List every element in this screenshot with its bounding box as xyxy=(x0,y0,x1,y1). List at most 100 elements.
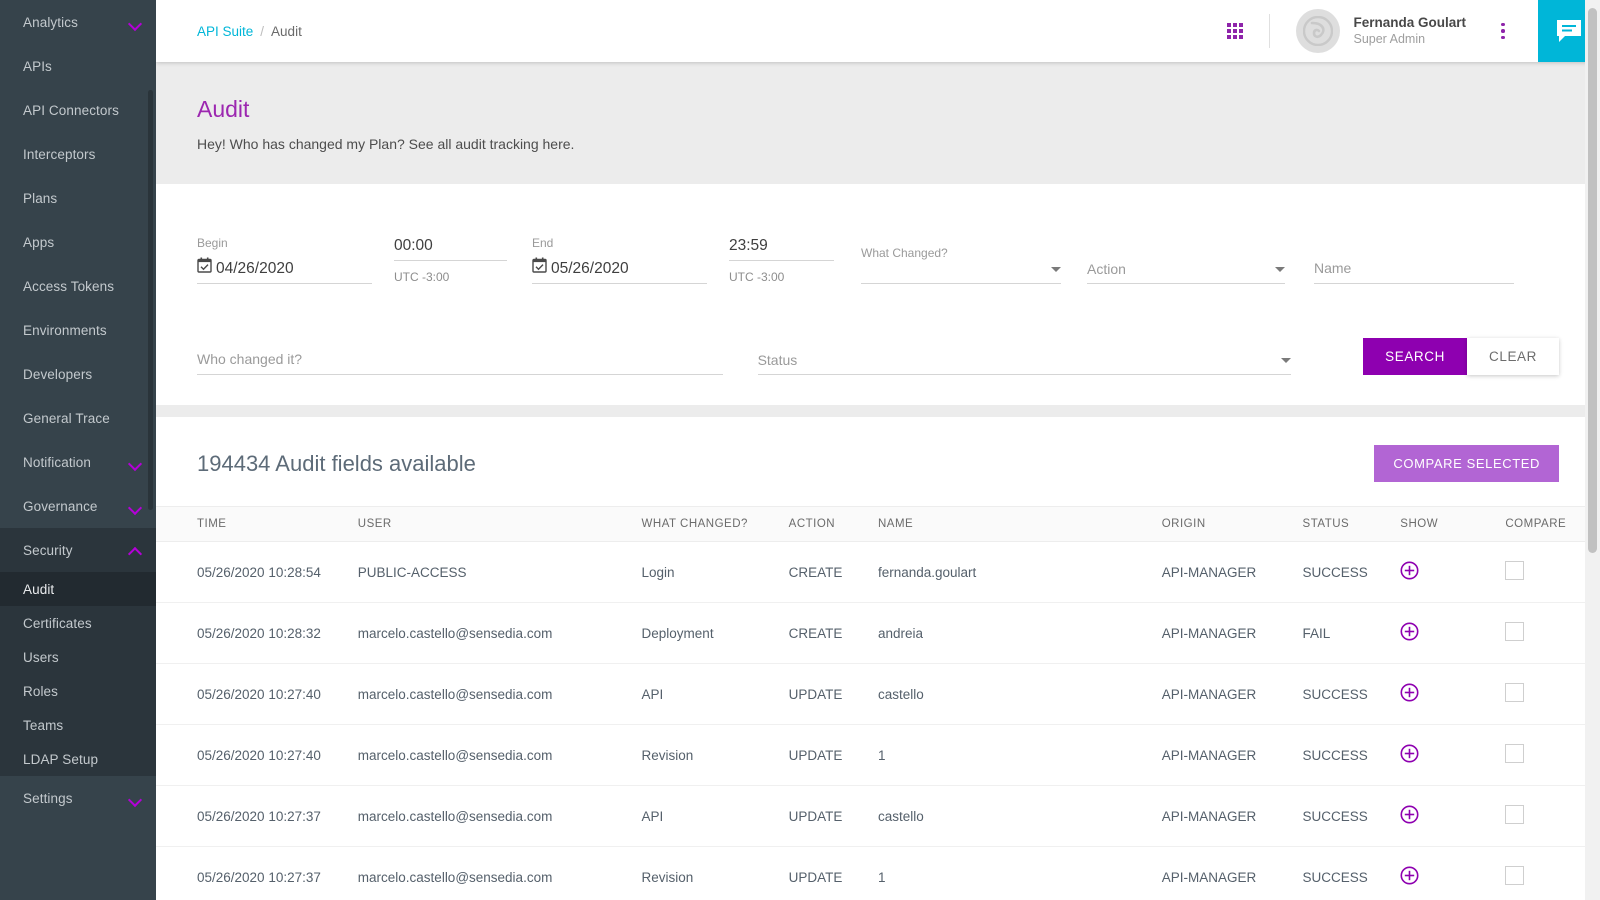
sidebar-item-environments[interactable]: Environments xyxy=(0,308,156,352)
sidebar-item-settings[interactable]: Settings xyxy=(0,776,156,820)
calendar-check-icon xyxy=(532,257,547,278)
name-field[interactable] xyxy=(1314,239,1514,284)
cell-origin: API-MANAGER xyxy=(1162,725,1303,786)
checkbox-unchecked-icon[interactable] xyxy=(1505,744,1524,763)
table-row[interactable]: 05/26/2020 10:27:40marcelo.castello@sens… xyxy=(156,725,1600,786)
sidebar-item-label: General Trace xyxy=(23,411,110,426)
plus-circle-icon[interactable] xyxy=(1400,744,1419,766)
end-utc-note: UTC -3:00 xyxy=(729,270,834,284)
sidebar-scrollbar[interactable] xyxy=(148,90,153,510)
sidebar-item-general-trace[interactable]: General Trace xyxy=(0,396,156,440)
action-select[interactable]: Action xyxy=(1087,240,1285,284)
cell-user: marcelo.castello@sensedia.com xyxy=(358,725,642,786)
table-row[interactable]: 05/26/2020 10:28:54PUBLIC-ACCESSLoginCRE… xyxy=(156,542,1600,603)
sidebar-item-apis[interactable]: APIs xyxy=(0,44,156,88)
page-scrollbar-thumb[interactable] xyxy=(1588,8,1597,553)
search-button[interactable]: SEARCH xyxy=(1363,338,1467,375)
what-changed-label: What Changed? xyxy=(861,246,1061,260)
chevron-down-icon xyxy=(129,456,142,469)
table-row[interactable]: 05/26/2020 10:28:32marcelo.castello@sens… xyxy=(156,603,1600,664)
begin-time-field[interactable]: 00:00 UTC -3:00 xyxy=(394,216,507,284)
sidebar-item-analytics[interactable]: Analytics xyxy=(0,0,156,44)
cell-name: fernanda.goulart xyxy=(878,542,1162,603)
audit-table: TIMEUSERWHAT CHANGED?ACTIONNAMEORIGINSTA… xyxy=(156,506,1600,900)
end-time-field[interactable]: 23:59 UTC -3:00 xyxy=(729,216,834,284)
cell-user: marcelo.castello@sensedia.com xyxy=(358,847,642,900)
begin-time-label-spacer xyxy=(394,216,507,230)
table-row[interactable]: 05/26/2020 10:27:37marcelo.castello@sens… xyxy=(156,786,1600,847)
sidebar-item-developers[interactable]: Developers xyxy=(0,352,156,396)
who-changed-field[interactable] xyxy=(197,351,723,375)
user-info[interactable]: Fernanda Goulart Super Admin xyxy=(1353,15,1466,48)
sidebar-item-label: Plans xyxy=(23,191,57,206)
compare-selected-button[interactable]: COMPARE SELECTED xyxy=(1374,445,1559,482)
plus-circle-icon[interactable] xyxy=(1400,622,1419,644)
plus-circle-icon[interactable] xyxy=(1400,866,1419,888)
sidebar-item-label: Certificates xyxy=(23,616,92,631)
cell-time: 05/26/2020 10:28:54 xyxy=(156,542,358,603)
cell-origin: API-MANAGER xyxy=(1162,786,1303,847)
end-time-label-spacer xyxy=(729,216,834,230)
checkbox-unchecked-icon[interactable] xyxy=(1505,622,1524,641)
page-scrollbar[interactable] xyxy=(1585,0,1600,900)
action-value: Action xyxy=(1087,261,1126,277)
chevron-down-icon xyxy=(1275,267,1285,272)
cell-show xyxy=(1400,786,1505,847)
table-row[interactable]: 05/26/2020 10:27:37marcelo.castello@sens… xyxy=(156,847,1600,900)
sidebar-item-access-tokens[interactable]: Access Tokens xyxy=(0,264,156,308)
sidebar-item-label: Access Tokens xyxy=(23,279,114,294)
checkbox-unchecked-icon[interactable] xyxy=(1505,561,1524,580)
begin-time-value: 00:00 xyxy=(394,237,507,261)
clear-button[interactable]: CLEAR xyxy=(1467,338,1559,375)
status-select[interactable]: Status xyxy=(758,352,1292,375)
checkbox-unchecked-icon[interactable] xyxy=(1505,683,1524,702)
cell-action: CREATE xyxy=(789,603,878,664)
sidebar-item-roles[interactable]: Roles xyxy=(0,674,156,708)
sidebar-item-notification[interactable]: Notification xyxy=(0,440,156,484)
sidebar-item-audit[interactable]: Audit xyxy=(0,572,156,606)
more-vertical-icon[interactable] xyxy=(1490,23,1516,40)
sidebar-item-governance[interactable]: Governance xyxy=(0,484,156,528)
sidebar-item-apps[interactable]: Apps xyxy=(0,220,156,264)
sidebar-item-label: Notification xyxy=(23,455,91,470)
cell-name: andreia xyxy=(878,603,1162,664)
sidebar-item-certificates[interactable]: Certificates xyxy=(0,606,156,640)
sidebar-item-security[interactable]: Security xyxy=(0,528,156,572)
begin-date-value: 04/26/2020 xyxy=(216,260,294,278)
sidebar-item-plans[interactable]: Plans xyxy=(0,176,156,220)
sidebar-item-interceptors[interactable]: Interceptors xyxy=(0,132,156,176)
table-row[interactable]: 05/26/2020 10:27:40marcelo.castello@sens… xyxy=(156,664,1600,725)
who-changed-input[interactable] xyxy=(197,351,723,375)
checkbox-unchecked-icon[interactable] xyxy=(1505,805,1524,824)
plus-circle-icon[interactable] xyxy=(1400,683,1419,705)
cell-user: marcelo.castello@sensedia.com xyxy=(358,603,642,664)
cell-time: 05/26/2020 10:27:37 xyxy=(156,786,358,847)
name-input[interactable] xyxy=(1314,260,1514,284)
breadcrumb-link-api-suite[interactable]: API Suite xyxy=(197,24,253,39)
cell-what-changed: API xyxy=(642,786,789,847)
sidebar-item-teams[interactable]: Teams xyxy=(0,708,156,742)
cell-status: SUCCESS xyxy=(1303,664,1401,725)
cell-time: 05/26/2020 10:27:37 xyxy=(156,847,358,900)
begin-date-field[interactable]: Begin 04/26/2020 xyxy=(197,236,372,284)
plus-circle-icon[interactable] xyxy=(1400,561,1419,583)
end-date-value: 05/26/2020 xyxy=(551,260,629,278)
end-date-field[interactable]: End 05/26/2020 xyxy=(532,236,707,284)
plus-circle-icon[interactable] xyxy=(1400,805,1419,827)
cell-what-changed: Deployment xyxy=(642,603,789,664)
cell-status: SUCCESS xyxy=(1303,847,1401,900)
avatar[interactable] xyxy=(1296,9,1340,53)
sidebar-item-ldap-setup[interactable]: LDAP Setup xyxy=(0,742,156,776)
sidebar-item-users[interactable]: Users xyxy=(0,640,156,674)
chevron-down-icon xyxy=(1281,358,1291,363)
grid-apps-icon[interactable] xyxy=(1227,23,1243,39)
sidebar-item-api-connectors[interactable]: API Connectors xyxy=(0,88,156,132)
checkbox-unchecked-icon[interactable] xyxy=(1505,866,1524,885)
column-header-origin: ORIGIN xyxy=(1162,507,1303,542)
chevron-down-icon xyxy=(129,792,142,805)
results-count-title: 194434 Audit fields available xyxy=(197,451,476,477)
cell-status: SUCCESS xyxy=(1303,725,1401,786)
sidebar-item-label: Users xyxy=(23,650,59,665)
results-panel: 194434 Audit fields available COMPARE SE… xyxy=(156,417,1600,900)
what-changed-select[interactable]: What Changed? xyxy=(861,246,1061,284)
